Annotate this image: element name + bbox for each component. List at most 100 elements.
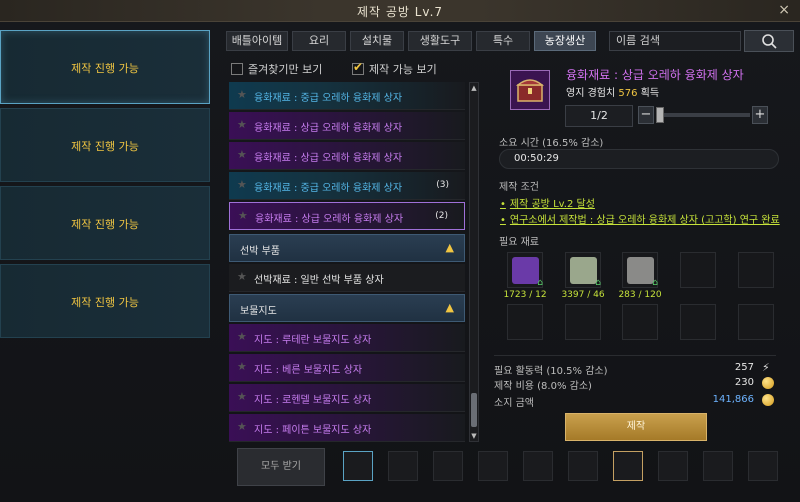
slider-knob[interactable] — [656, 107, 664, 123]
minus-icon[interactable]: − — [638, 106, 654, 124]
tab-battle-item[interactable]: 배틀아이템 — [226, 31, 288, 51]
craft-slot-4[interactable]: 제작 진행 가능 — [0, 264, 210, 338]
condition-item[interactable]: • 제작 공방 Lv.2 달성 — [500, 195, 595, 210]
craft-button[interactable]: 제작 — [565, 413, 707, 441]
material-slot-empty — [738, 304, 774, 340]
scrollbar-thumb[interactable] — [471, 393, 477, 427]
star-icon[interactable]: ★ — [237, 390, 247, 403]
recipe-count: (2) — [435, 211, 448, 221]
list-item[interactable]: ★ 지도 : 루테란 보물지도 상자 — [229, 324, 465, 352]
window-title: 제작 공방 Lv.7 — [356, 5, 444, 19]
condition-item[interactable]: • 연구소에서 제작법 : 상급 오레하 융화제 상자 (고고학) 연구 완료 — [500, 211, 780, 226]
tab-installation[interactable]: 설치물 — [350, 31, 404, 51]
gold-coin-icon — [762, 394, 774, 406]
category-header-ship[interactable]: 선박 부품 ▲ — [229, 234, 465, 262]
material-slot[interactable]: ⌂ — [565, 252, 601, 288]
recipe-name: 융화재료 : 중급 오레하 융화제 상자 — [254, 93, 403, 104]
list-item[interactable]: ★ 지도 : 베른 보물지도 상자 — [229, 354, 465, 382]
treasure-chest-icon — [510, 70, 550, 110]
tab-cooking[interactable]: 요리 — [292, 31, 346, 51]
scroll-down-icon[interactable]: ▼ — [470, 431, 478, 441]
time-label: 소요 시간 (16.5% 감소) — [499, 138, 604, 149]
tab-farm-production[interactable]: 농장생산 — [534, 31, 596, 51]
material-qty: 1723 / 12 — [503, 290, 547, 300]
recipe-list: ★ 융화재료 : 중급 오레하 융화제 상자 ★ 융화재료 : 상급 오레하 융화제… — [229, 82, 465, 442]
list-item[interactable]: ★ 융화재료 : 중급 오레하 융화제 상자 (3) — [229, 172, 465, 200]
list-item[interactable]: ★ 선박재료 : 일반 선박 부품 상자 — [229, 264, 465, 292]
get-all-button[interactable]: 모두 받기 — [237, 448, 325, 486]
close-icon[interactable]: × — [778, 2, 790, 18]
cost-row: 제작 비용 (8.0% 감소) 230 — [494, 377, 774, 392]
result-slot[interactable] — [748, 451, 778, 481]
material-slot[interactable]: ⌂ — [622, 252, 658, 288]
category-title: 선박 부품 — [240, 246, 280, 257]
tab-special[interactable]: 특수 — [476, 31, 530, 51]
list-item[interactable]: ★ 융화재료 : 상급 오레하 융화제 상자 — [229, 112, 465, 140]
craftable-label: 제작 가능 보기 — [369, 63, 437, 76]
category-header-map[interactable]: 보물지도 ▲ — [229, 294, 465, 322]
result-slot[interactable] — [658, 451, 688, 481]
star-icon[interactable]: ★ — [237, 330, 247, 343]
home-icon: ⌂ — [537, 278, 543, 288]
star-icon[interactable]: ★ — [237, 420, 247, 433]
result-slot[interactable] — [523, 451, 553, 481]
material-slot-empty — [738, 252, 774, 288]
list-item[interactable]: ★ 지도 : 로헨델 보물지도 상자 — [229, 384, 465, 412]
chest-graphic — [515, 79, 545, 102]
star-icon[interactable]: ★ — [237, 88, 247, 101]
quantity-slider[interactable] — [656, 107, 750, 123]
star-icon[interactable]: ★ — [237, 270, 247, 283]
craft-slot-label: 제작 진행 가능 — [71, 296, 139, 309]
favorites-filter[interactable]: 즐겨찾기만 보기 — [231, 61, 322, 77]
checkbox-icon: ✔ — [352, 60, 364, 75]
checkmark-icon: ✔ — [353, 60, 364, 74]
scroll-up-icon[interactable]: ▲ — [470, 83, 478, 93]
recipe-name: 지도 : 페이튼 보물지도 상자 — [254, 425, 372, 436]
recipe-name: 지도 : 베른 보물지도 상자 — [254, 365, 363, 376]
search-button[interactable] — [744, 30, 794, 52]
condition-text: 제작 공방 Lv.2 달성 — [509, 199, 595, 210]
result-slot[interactable] — [613, 451, 643, 481]
divider — [494, 355, 776, 356]
experience-info: 영지 경험치 576 획득 — [566, 84, 659, 99]
list-scrollbar[interactable]: ▲ ▼ — [469, 82, 479, 442]
tab-life-tools[interactable]: 생활도구 — [408, 31, 472, 51]
plus-icon[interactable]: + — [752, 106, 768, 124]
bullet-icon: • — [500, 199, 506, 210]
result-slot[interactable] — [343, 451, 373, 481]
list-item-selected[interactable]: ★ 융화재료 : 상급 오레하 융화제 상자 (2) — [229, 202, 465, 230]
result-slot[interactable] — [478, 451, 508, 481]
material-slot-empty — [680, 304, 716, 340]
exp-value: 576 — [618, 88, 638, 99]
material-slot-empty — [565, 304, 601, 340]
recipe-name: 융화재료 : 상급 오레하 융화제 상자 — [255, 214, 404, 225]
quantity-display: 1/2 — [565, 105, 633, 127]
category-title: 보물지도 — [240, 306, 277, 317]
star-icon[interactable]: ★ — [237, 148, 247, 161]
craft-slot-1[interactable]: 제작 진행 가능 — [0, 30, 210, 104]
star-icon[interactable]: ★ — [237, 118, 247, 131]
result-slot[interactable] — [433, 451, 463, 481]
cost-value: 230 — [734, 377, 754, 388]
material-qty: 3397 / 46 — [561, 290, 605, 300]
list-item[interactable]: ★ 융화재료 : 중급 오레하 융화제 상자 — [229, 82, 465, 110]
result-slot[interactable] — [568, 451, 598, 481]
list-item[interactable]: ★ 융화재료 : 상급 오레하 융화제 상자 — [229, 142, 465, 170]
craft-slot-3[interactable]: 제작 진행 가능 — [0, 186, 210, 260]
gold-value: 141,866 — [712, 394, 754, 405]
result-slot[interactable] — [703, 451, 733, 481]
list-item[interactable]: ★ 지도 : 페이튼 보물지도 상자 — [229, 414, 465, 442]
craft-queue: 제작 진행 가능 제작 진행 가능 제작 진행 가능 제작 진행 가능 — [0, 28, 212, 502]
star-icon[interactable]: ★ — [237, 178, 247, 191]
chevron-up-icon: ▲ — [445, 301, 454, 314]
star-icon[interactable]: ★ — [237, 360, 247, 373]
recipe-count: (3) — [436, 180, 449, 190]
result-slot[interactable] — [388, 451, 418, 481]
material-slot[interactable]: ⌂ — [507, 252, 543, 288]
craftable-filter[interactable]: ✔ 제작 가능 보기 — [352, 60, 437, 77]
recipe-name: 융화재료 : 상급 오레하 융화제 상자 — [254, 123, 403, 134]
star-icon[interactable]: ★ — [238, 209, 248, 222]
energy-value: 257 — [734, 362, 754, 373]
search-input[interactable]: 이름 검색 — [609, 31, 741, 51]
craft-slot-2[interactable]: 제작 진행 가능 — [0, 108, 210, 182]
